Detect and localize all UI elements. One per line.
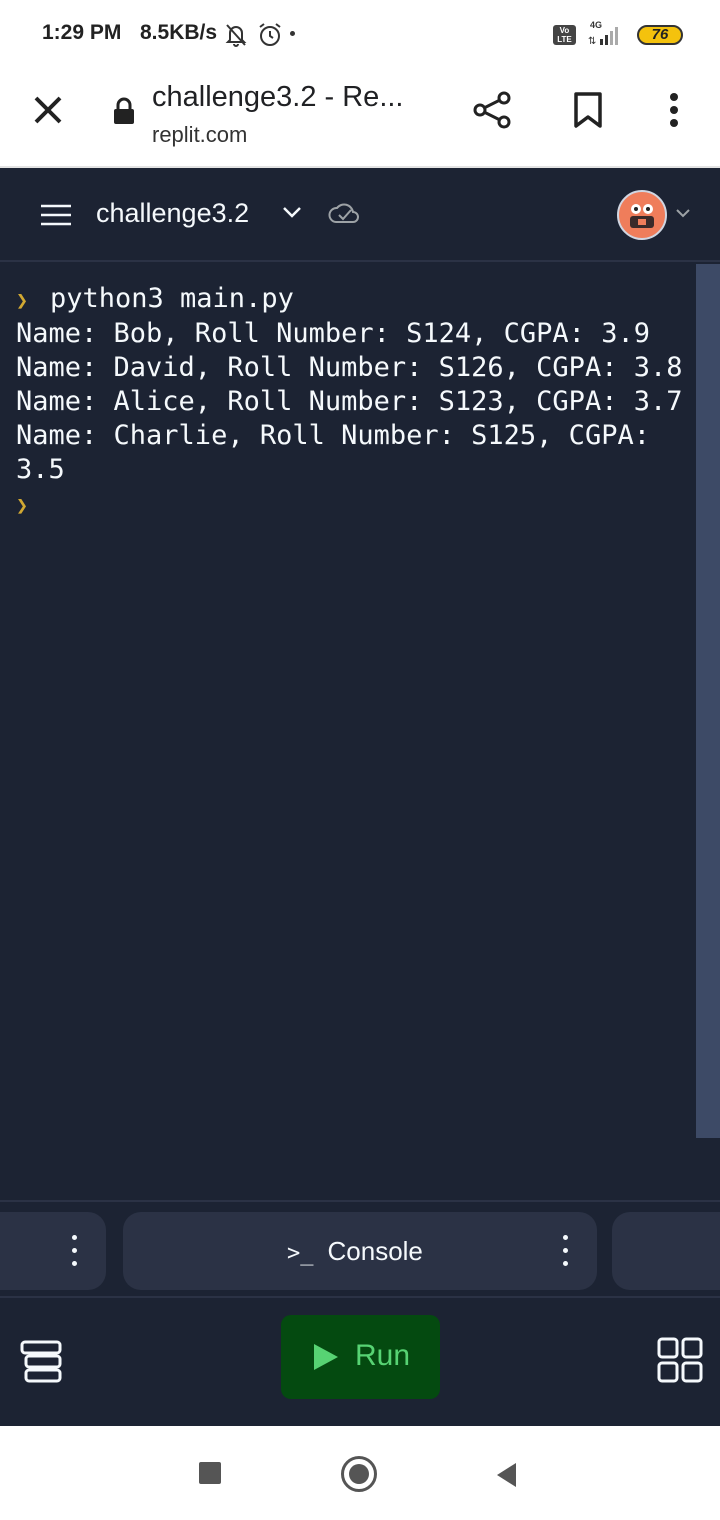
avatar-character-icon: [630, 204, 654, 228]
files-icon[interactable]: [18, 1338, 64, 1384]
console-prompt-line[interactable]: ❯: [16, 487, 696, 522]
console-scrollbar[interactable]: [696, 264, 720, 1138]
bookmark-icon[interactable]: [568, 88, 608, 132]
battery-indicator: 76: [637, 25, 683, 45]
tab-previous[interactable]: [0, 1212, 106, 1290]
saved-check-icon: [328, 203, 359, 223]
volte-icon: Vo LTE: [553, 25, 576, 45]
system-nav-bar: [0, 1422, 720, 1520]
more-vert-icon[interactable]: [553, 1231, 577, 1271]
chevron-down-icon[interactable]: [674, 206, 692, 220]
page-url[interactable]: replit.com: [152, 122, 247, 148]
bell-off-icon: [225, 24, 247, 47]
browser-toolbar: challenge3.2 - Re... replit.com: [0, 68, 720, 168]
console-output-line: Name: David, Roll Number: S126, CGPA: 3.…: [16, 352, 683, 383]
home-icon[interactable]: [341, 1456, 377, 1492]
bottom-toolbar: Run: [0, 1298, 720, 1422]
tab-console[interactable]: >_ Console: [123, 1212, 597, 1290]
status-time: 1:29 PM: [42, 21, 122, 44]
console-output[interactable]: ❯ python3 main.py Name: Bob, Roll Number:…: [0, 264, 696, 1200]
pane-tabs: >_ Console: [0, 1200, 720, 1298]
console-output-line: Name: Alice, Roll Number: S123, CGPA: 3.…: [16, 386, 683, 417]
status-bar: 1:29 PM 8.5KB/s Vo LTE 4G ⇅ 76: [0, 0, 720, 68]
network-speed: 8.5KB/s: [140, 21, 218, 44]
close-icon[interactable]: [28, 90, 68, 130]
svg-text:⇅: ⇅: [588, 36, 596, 46]
run-label: Run: [355, 1339, 411, 1372]
chevron-down-icon[interactable]: [280, 202, 304, 222]
more-vert-icon[interactable]: [62, 1231, 86, 1271]
page-title[interactable]: challenge3.2 - Re...: [152, 81, 403, 114]
console-command: python3 main.py: [50, 283, 294, 314]
notification-dot: [290, 31, 295, 36]
prompt-icon: ❯: [16, 493, 29, 517]
run-button[interactable]: Run: [281, 1315, 440, 1399]
signal-icon: ⇅: [588, 27, 618, 46]
play-icon: [314, 1344, 338, 1370]
console-tab-label: >_ Console: [287, 1236, 423, 1266]
repl-header: challenge3.2: [0, 170, 720, 262]
console-output-line: Name: Bob, Roll Number: S124, CGPA: 3.9: [16, 318, 650, 349]
lock-icon: [114, 97, 134, 124]
console-output-line: Name: Charlie, Roll Number: S125, CGPA: …: [16, 420, 667, 485]
hamburger-menu-icon[interactable]: [38, 200, 74, 230]
tab-next[interactable]: [612, 1212, 720, 1290]
console-command-line: ❯ python3 main.py: [16, 282, 696, 317]
recent-apps-icon[interactable]: [199, 1462, 221, 1484]
repl-name[interactable]: challenge3.2: [96, 198, 249, 229]
terminal-icon: >_: [287, 1241, 314, 1266]
grid-icon[interactable]: [656, 1336, 704, 1384]
alarm-icon: [259, 23, 281, 46]
share-icon[interactable]: [470, 88, 514, 132]
prompt-icon: ❯: [16, 288, 29, 312]
back-icon[interactable]: [494, 1460, 520, 1490]
more-vert-icon[interactable]: [654, 88, 694, 132]
avatar[interactable]: [617, 190, 667, 240]
